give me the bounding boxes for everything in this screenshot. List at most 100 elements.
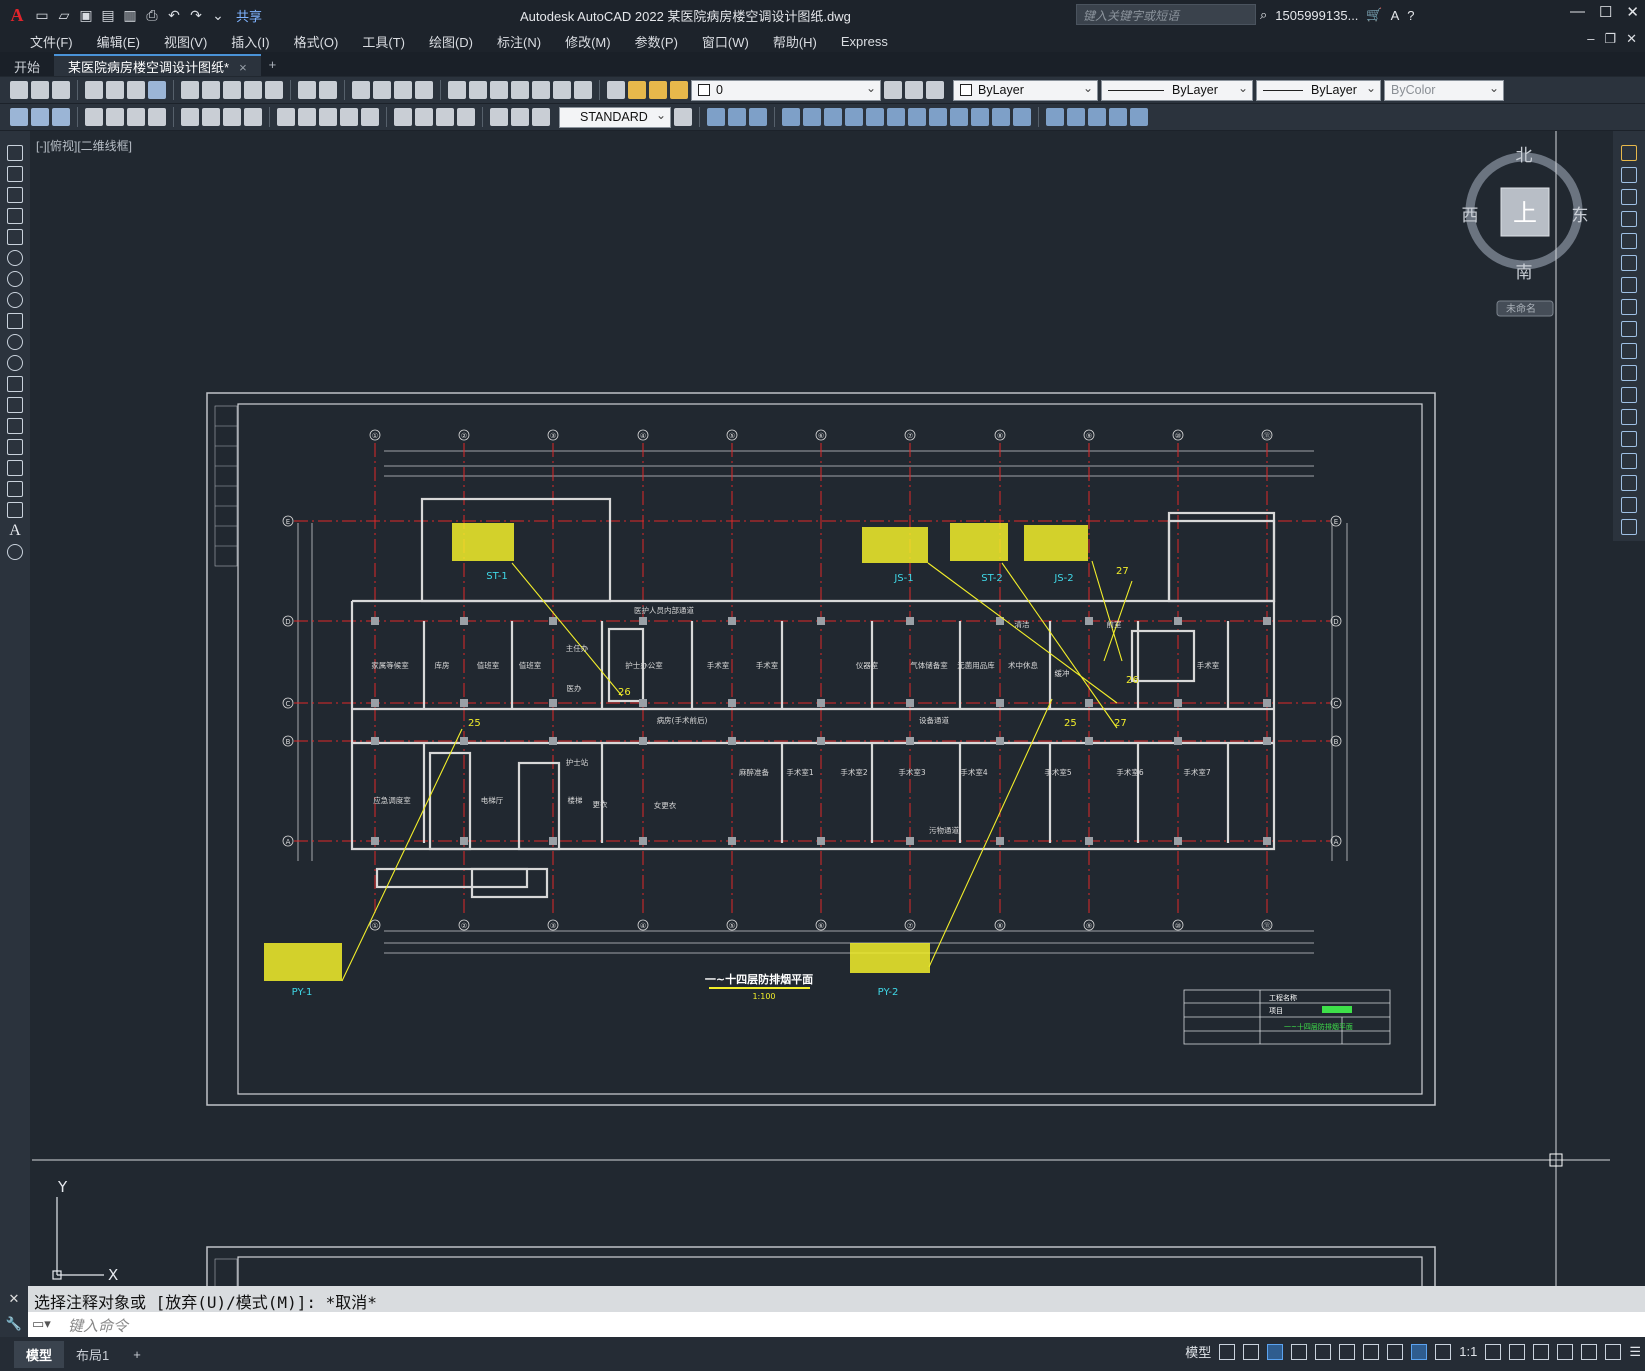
move-icon[interactable] xyxy=(707,108,725,126)
stretch-icon[interactable] xyxy=(866,108,884,126)
dim-break-icon[interactable] xyxy=(361,108,379,126)
offset-icon[interactable] xyxy=(782,108,800,126)
linetype-dropdown[interactable]: ByLayer xyxy=(1101,79,1253,101)
share-button[interactable]: 共享 xyxy=(236,6,262,25)
pan-icon[interactable] xyxy=(352,81,370,99)
fillet-icon[interactable] xyxy=(992,108,1010,126)
viewcube-west[interactable]: 西 xyxy=(1462,206,1479,226)
tag-py-1[interactable]: PY-1 xyxy=(292,987,313,998)
trim-icon[interactable] xyxy=(887,108,905,126)
create-block-icon[interactable] xyxy=(1067,108,1085,126)
autodesk-app-icon[interactable]: A xyxy=(1391,8,1400,23)
tag-js-1[interactable]: JS-1 xyxy=(893,573,913,584)
undo-icon[interactable]: ↶ xyxy=(164,5,184,25)
diameter-dim-icon[interactable] xyxy=(223,108,241,126)
units-icon[interactable] xyxy=(1533,1343,1550,1360)
open-icon[interactable]: ▱ xyxy=(54,5,74,25)
mirror-icon[interactable] xyxy=(1621,189,1637,205)
chamfer-icon[interactable] xyxy=(971,108,989,126)
customization-icon[interactable]: ☰ xyxy=(1629,1344,1641,1360)
undo-icon[interactable] xyxy=(298,81,316,99)
copy-icon[interactable] xyxy=(1621,167,1637,183)
tag-js-2[interactable]: JS-2 xyxy=(1053,573,1073,584)
ellipse-icon[interactable] xyxy=(7,334,23,350)
wcs-menu[interactable]: 未命名 xyxy=(1506,302,1536,315)
quick-dim-icon[interactable] xyxy=(277,108,295,126)
menu-item-2[interactable]: 视图(V) xyxy=(152,32,219,51)
close-icon[interactable]: ✕ xyxy=(1626,3,1639,21)
menu-item-6[interactable]: 绘图(D) xyxy=(417,32,485,51)
help-icon[interactable] xyxy=(574,81,592,99)
tag-st-1[interactable]: ST-1 xyxy=(486,571,508,582)
doc-restore-icon[interactable]: ❐ xyxy=(1604,31,1616,47)
menu-item-12[interactable]: Express xyxy=(829,34,900,49)
layer-state-icon[interactable] xyxy=(926,81,944,99)
close-command-icon[interactable]: ✕ xyxy=(9,1291,20,1307)
menu-item-11[interactable]: 帮助(H) xyxy=(761,32,829,51)
extend-icon[interactable] xyxy=(1621,365,1637,381)
angular-dim-icon[interactable] xyxy=(244,108,262,126)
zoom-previous-icon[interactable] xyxy=(415,81,433,99)
annotation-scale[interactable]: 1:1 xyxy=(1459,1344,1477,1359)
join-icon[interactable] xyxy=(1621,431,1637,447)
join-icon[interactable] xyxy=(950,108,968,126)
tolerance-icon[interactable] xyxy=(394,108,412,126)
menu-item-3[interactable]: 插入(I) xyxy=(219,32,281,51)
search-icon[interactable]: ⌕ xyxy=(1260,7,1267,23)
search-input[interactable]: 键入关键字或短语 xyxy=(1076,4,1256,25)
ordinate-dim-icon[interactable] xyxy=(148,108,166,126)
dim-text-edit-icon[interactable] xyxy=(511,108,529,126)
cut-icon[interactable] xyxy=(181,81,199,99)
cart-icon[interactable]: 🛒 xyxy=(1366,7,1382,23)
layer-dropdown[interactable]: 0 xyxy=(691,79,881,101)
viewcube-south[interactable]: 南 xyxy=(1516,263,1533,283)
hatch-icon[interactable] xyxy=(7,439,23,455)
tab-close-icon[interactable]: × xyxy=(239,60,247,75)
new-icon[interactable]: ▭ xyxy=(32,5,52,25)
match-properties-icon[interactable] xyxy=(244,81,262,99)
quick-properties-icon[interactable] xyxy=(1557,1343,1574,1360)
menu-item-9[interactable]: 参数(P) xyxy=(623,32,690,51)
viewcube[interactable]: 上 北 南 东 西 未命名 xyxy=(1462,146,1589,317)
menu-item-4[interactable]: 格式(O) xyxy=(282,32,351,51)
snap-icon[interactable] xyxy=(1243,1343,1260,1360)
revision-cloud-icon[interactable] xyxy=(7,292,23,308)
menu-item-5[interactable]: 工具(T) xyxy=(350,32,417,51)
break-icon[interactable] xyxy=(929,108,947,126)
plot-icon[interactable]: ⎙ xyxy=(142,5,162,25)
command-line-handle[interactable]: ✕ 🔧 xyxy=(0,1286,28,1337)
workspace-switch-icon[interactable] xyxy=(1485,1343,1502,1360)
scale-icon[interactable] xyxy=(845,108,863,126)
command-prompt-icon[interactable]: ▭▾ xyxy=(32,1316,51,1332)
object-snap-tracking-icon[interactable] xyxy=(1339,1343,1356,1360)
rotate-icon[interactable] xyxy=(1621,277,1637,293)
lineweight-dropdown[interactable]: ByLayer xyxy=(1256,79,1381,101)
center-mark-icon[interactable] xyxy=(415,108,433,126)
explode-icon[interactable] xyxy=(1621,519,1637,535)
dim-style-manager-icon[interactable] xyxy=(674,108,692,126)
color-dropdown[interactable]: ByLayer xyxy=(953,79,1098,101)
stretch-icon[interactable] xyxy=(1621,321,1637,337)
viewcube-top-face[interactable]: 上 xyxy=(1513,199,1537,227)
annotation-monitor-icon[interactable] xyxy=(1509,1343,1526,1360)
polar-icon[interactable] xyxy=(1291,1343,1308,1360)
layer-properties-icon[interactable] xyxy=(607,81,625,99)
polyline-icon[interactable] xyxy=(7,187,23,203)
clean-screen-icon[interactable] xyxy=(1605,1343,1622,1360)
menu-item-0[interactable]: 文件(F) xyxy=(18,32,85,51)
zoom-window-icon[interactable] xyxy=(394,81,412,99)
insert-block-icon[interactable] xyxy=(7,376,23,392)
extend-icon[interactable] xyxy=(908,108,926,126)
erase-icon[interactable] xyxy=(1621,145,1637,161)
user-name[interactable]: 1505999135... xyxy=(1275,8,1358,23)
make-block-icon[interactable] xyxy=(7,397,23,413)
web-icon[interactable] xyxy=(148,81,166,99)
fillet-icon[interactable] xyxy=(1621,475,1637,491)
spline-icon[interactable] xyxy=(7,313,23,329)
save-icon[interactable] xyxy=(52,81,70,99)
annotation-visibility-icon[interactable] xyxy=(1411,1343,1428,1360)
viewcube-north[interactable]: 北 xyxy=(1516,146,1533,166)
viewcube-east[interactable]: 东 xyxy=(1572,206,1589,226)
isodraft-icon[interactable] xyxy=(1315,1343,1332,1360)
tab-layout1[interactable]: 布局1 xyxy=(64,1341,121,1368)
